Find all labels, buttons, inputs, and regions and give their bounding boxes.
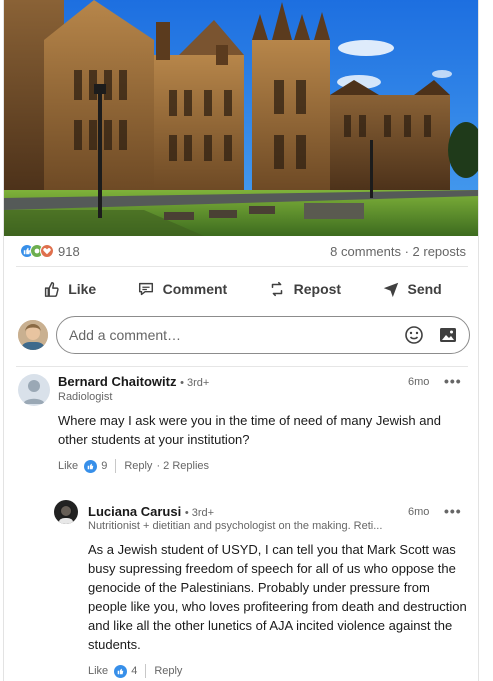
like-label: Like xyxy=(68,281,97,297)
comment-icon xyxy=(138,282,153,296)
post-image[interactable] xyxy=(4,0,478,236)
send-label: Send xyxy=(407,281,442,297)
commenter-avatar[interactable] xyxy=(54,500,78,524)
post-action-bar: Like Comment Repost Send xyxy=(4,272,478,306)
repost-button[interactable]: Repost xyxy=(268,280,341,298)
comment-time: 6mo xyxy=(408,376,430,388)
repost-icon xyxy=(271,281,282,297)
connection-degree: • 3rd+ xyxy=(180,377,210,389)
reaction-count: 918 xyxy=(58,243,80,259)
send-icon xyxy=(383,282,398,298)
current-user-avatar xyxy=(18,320,48,350)
comment-button[interactable]: Comment xyxy=(137,280,228,298)
commenter-avatar[interactable] xyxy=(18,374,50,406)
more-options-icon[interactable]: ••• xyxy=(444,373,462,389)
comment-like-count: 4 xyxy=(131,665,138,677)
comment: Bernard Chaitowitz • 3rd+ Radiologist 6m… xyxy=(4,370,478,480)
comment-like-count: 9 xyxy=(101,460,108,472)
comment-actions: Like 4 Reply xyxy=(88,664,182,678)
send-button[interactable]: Send xyxy=(382,280,442,298)
emoji-icon[interactable] xyxy=(403,324,425,346)
add-comment-row: Add a comment… xyxy=(18,316,470,354)
comment-reply: Luciana Carusi • 3rd+ Nutritionist + die… xyxy=(4,496,478,681)
comment-like-button[interactable]: Like xyxy=(88,665,108,677)
comments-reposts-count[interactable]: 8 comments · 2 reposts xyxy=(330,244,466,259)
separator xyxy=(115,459,117,473)
comment-reply-button[interactable]: Reply xyxy=(124,460,152,472)
comment-like-button[interactable]: Like xyxy=(58,460,78,472)
image-icon[interactable] xyxy=(437,324,459,346)
replies-count-link[interactable]: · 2 Replies xyxy=(156,460,209,472)
comment-actions: Like 9 Reply · 2 Replies xyxy=(58,459,209,473)
like-reaction-icon xyxy=(114,664,128,678)
comment-text: As a Jewish student of USYD, I can tell … xyxy=(88,542,467,652)
divider xyxy=(16,366,468,367)
commenter-name[interactable]: Luciana Carusi • 3rd+ xyxy=(88,504,214,519)
comment-label: Comment xyxy=(162,281,228,297)
commenter-headline: Radiologist xyxy=(58,391,113,403)
divider xyxy=(16,266,468,267)
comment-time: 6mo xyxy=(408,506,430,518)
separator xyxy=(145,664,147,678)
post-card: 918 8 comments · 2 reposts Like Comment … xyxy=(3,0,479,681)
thumbs-up-icon xyxy=(45,281,59,297)
commenter-headline: Nutritionist + dietitian and psychologis… xyxy=(88,520,383,532)
university-building-photo xyxy=(4,0,478,236)
repost-label: Repost xyxy=(293,281,342,297)
comment-input[interactable]: Add a comment… xyxy=(56,316,470,354)
like-reaction-icon xyxy=(84,459,98,473)
love-reaction-icon xyxy=(40,244,54,258)
like-button[interactable]: Like xyxy=(42,280,96,298)
social-counts: 918 8 comments · 2 reposts xyxy=(4,240,478,262)
comment-text: Where may I ask were you in the time of … xyxy=(58,413,441,447)
reactions-summary[interactable]: 918 xyxy=(20,244,80,259)
more-options-icon[interactable]: ••• xyxy=(444,503,462,519)
comment-reply-button[interactable]: Reply xyxy=(154,665,182,677)
connection-degree: • 3rd+ xyxy=(184,507,215,519)
comment-input-placeholder: Add a comment… xyxy=(69,327,182,343)
commenter-name[interactable]: Bernard Chaitowitz • 3rd+ xyxy=(58,374,209,389)
